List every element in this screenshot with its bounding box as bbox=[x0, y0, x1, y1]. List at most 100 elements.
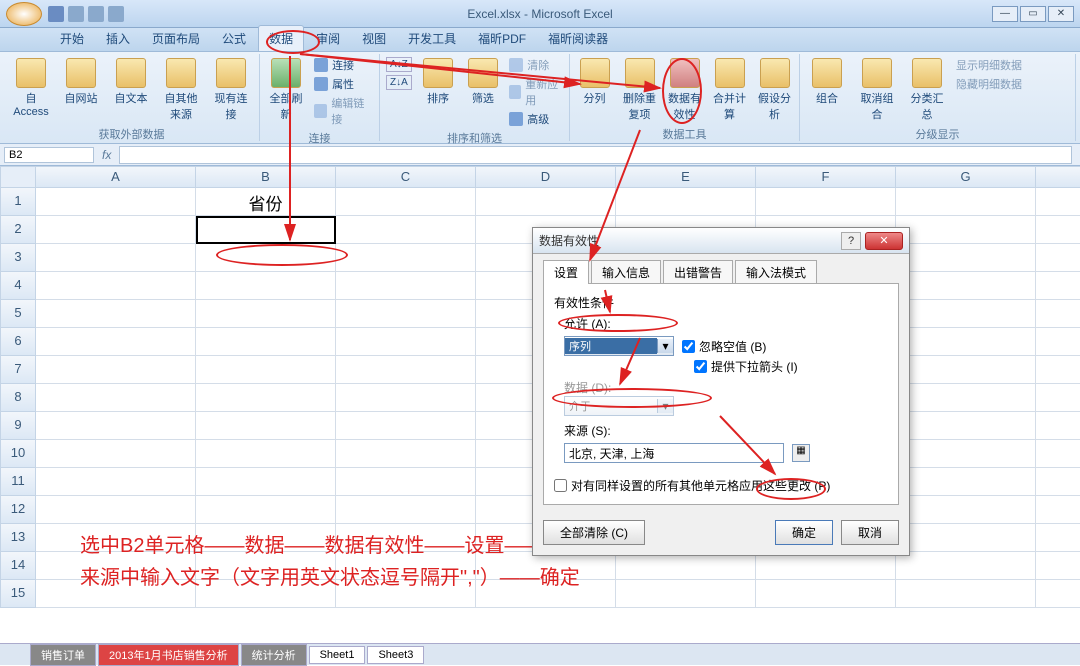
row-5[interactable]: 5 bbox=[0, 300, 36, 328]
whatif-button[interactable]: 假设分析 bbox=[754, 56, 795, 124]
cell[interactable] bbox=[336, 356, 476, 384]
formula-bar[interactable] bbox=[119, 146, 1072, 164]
advanced-button[interactable]: 高级 bbox=[507, 110, 565, 128]
tab-foxit-pdf[interactable]: 福昕PDF bbox=[468, 26, 536, 51]
ungroup-button[interactable]: 取消组合 bbox=[854, 56, 900, 124]
undo-icon[interactable] bbox=[68, 6, 84, 22]
dialog-titlebar[interactable]: 数据有效性 ? ✕ bbox=[533, 228, 909, 254]
remove-dup-button[interactable]: 删除重复项 bbox=[619, 56, 660, 124]
cell[interactable] bbox=[336, 412, 476, 440]
cell-A1[interactable] bbox=[36, 188, 196, 216]
cell[interactable] bbox=[896, 328, 1036, 356]
tab-dev[interactable]: 开发工具 bbox=[398, 26, 466, 51]
cell[interactable] bbox=[896, 440, 1036, 468]
properties-button[interactable]: 属性 bbox=[312, 75, 375, 93]
ignore-blank-checkbox[interactable]: 忽略空值 (B) bbox=[682, 338, 766, 355]
cell[interactable] bbox=[36, 328, 196, 356]
cell[interactable] bbox=[1036, 580, 1080, 608]
cell[interactable] bbox=[1036, 384, 1080, 412]
cell-B2[interactable] bbox=[196, 216, 336, 244]
cell[interactable] bbox=[756, 580, 896, 608]
row-11[interactable]: 11 bbox=[0, 468, 36, 496]
filter-button[interactable]: 筛选 bbox=[463, 56, 504, 108]
col-B[interactable]: B bbox=[196, 166, 336, 188]
group-button[interactable]: 组合 bbox=[804, 56, 850, 108]
close-button[interactable]: ✕ bbox=[1048, 6, 1074, 22]
tab-data[interactable]: 数据 bbox=[258, 25, 304, 51]
cell[interactable] bbox=[196, 328, 336, 356]
cell[interactable] bbox=[1036, 412, 1080, 440]
row-14[interactable]: 14 bbox=[0, 552, 36, 580]
cell[interactable] bbox=[36, 496, 196, 524]
cell[interactable] bbox=[756, 552, 896, 580]
subtotal-button[interactable]: 分类汇总 bbox=[904, 56, 950, 124]
apply-all-checkbox[interactable]: 对有同样设置的所有其他单元格应用这些更改 (P) bbox=[554, 477, 888, 494]
cell[interactable] bbox=[196, 244, 336, 272]
row-1[interactable]: 1 bbox=[0, 188, 36, 216]
row-12[interactable]: 12 bbox=[0, 496, 36, 524]
redo-icon[interactable] bbox=[88, 6, 104, 22]
row-10[interactable]: 10 bbox=[0, 440, 36, 468]
cell[interactable] bbox=[336, 468, 476, 496]
fx-icon[interactable]: fx bbox=[102, 148, 111, 162]
cell[interactable] bbox=[336, 328, 476, 356]
cell[interactable] bbox=[1036, 356, 1080, 384]
ok-button[interactable]: 确定 bbox=[775, 520, 833, 545]
cell[interactable] bbox=[1036, 524, 1080, 552]
cell[interactable] bbox=[196, 440, 336, 468]
refresh-all-button[interactable]: 全部刷新 bbox=[264, 56, 308, 124]
cell[interactable] bbox=[336, 440, 476, 468]
sheet-tab-1[interactable]: 销售订单 bbox=[30, 644, 96, 666]
cell[interactable] bbox=[196, 356, 336, 384]
tab-home[interactable]: 开始 bbox=[50, 26, 94, 51]
row-2[interactable]: 2 bbox=[0, 216, 36, 244]
range-picker-icon[interactable]: ▦ bbox=[792, 444, 810, 462]
cell[interactable] bbox=[896, 272, 1036, 300]
col-F[interactable]: F bbox=[756, 166, 896, 188]
cell[interactable] bbox=[1036, 468, 1080, 496]
source-input[interactable]: 北京, 天津, 上海 bbox=[564, 443, 784, 463]
tab-formulas[interactable]: 公式 bbox=[212, 26, 256, 51]
sheet-tab-3[interactable]: 统计分析 bbox=[241, 644, 307, 666]
cell-G2[interactable] bbox=[896, 216, 1036, 244]
tab-view[interactable]: 视图 bbox=[352, 26, 396, 51]
cell[interactable] bbox=[896, 384, 1036, 412]
cell[interactable] bbox=[196, 272, 336, 300]
existing-conn-button[interactable]: 现有连接 bbox=[208, 56, 254, 124]
show-detail-button[interactable]: 显示明细数据 bbox=[954, 56, 1024, 74]
dialog-tab-settings[interactable]: 设置 bbox=[543, 260, 589, 284]
cell[interactable] bbox=[36, 244, 196, 272]
cell[interactable] bbox=[1036, 244, 1080, 272]
from-web-button[interactable]: 自网站 bbox=[58, 56, 104, 108]
cell[interactable] bbox=[336, 384, 476, 412]
cell[interactable] bbox=[36, 384, 196, 412]
cell-D1[interactable] bbox=[476, 188, 616, 216]
col-H[interactable]: H bbox=[1036, 166, 1080, 188]
save-icon[interactable] bbox=[48, 6, 64, 22]
sort-desc-button[interactable]: Z↓A bbox=[384, 74, 414, 91]
cell-H2[interactable] bbox=[1036, 216, 1080, 244]
cell[interactable] bbox=[896, 412, 1036, 440]
col-A[interactable]: A bbox=[36, 166, 196, 188]
cell-G1[interactable] bbox=[896, 188, 1036, 216]
tab-review[interactable]: 审阅 bbox=[306, 26, 350, 51]
cell[interactable] bbox=[36, 412, 196, 440]
cell-A2[interactable] bbox=[36, 216, 196, 244]
col-D[interactable]: D bbox=[476, 166, 616, 188]
select-all-corner[interactable] bbox=[0, 166, 36, 188]
allow-combo[interactable]: 序列▾ bbox=[564, 336, 674, 356]
office-button[interactable] bbox=[6, 2, 42, 26]
cell[interactable] bbox=[196, 300, 336, 328]
cell[interactable] bbox=[896, 552, 1036, 580]
cell[interactable] bbox=[1036, 328, 1080, 356]
cell[interactable] bbox=[1036, 300, 1080, 328]
print-icon[interactable] bbox=[108, 6, 124, 22]
row-13[interactable]: 13 bbox=[0, 524, 36, 552]
cell[interactable] bbox=[36, 440, 196, 468]
sheet-tab-5[interactable]: Sheet3 bbox=[367, 646, 424, 664]
cell[interactable] bbox=[36, 468, 196, 496]
row-15[interactable]: 15 bbox=[0, 580, 36, 608]
cancel-button[interactable]: 取消 bbox=[841, 520, 899, 545]
sort-asc-button[interactable]: A↓Z bbox=[384, 56, 414, 73]
row-9[interactable]: 9 bbox=[0, 412, 36, 440]
